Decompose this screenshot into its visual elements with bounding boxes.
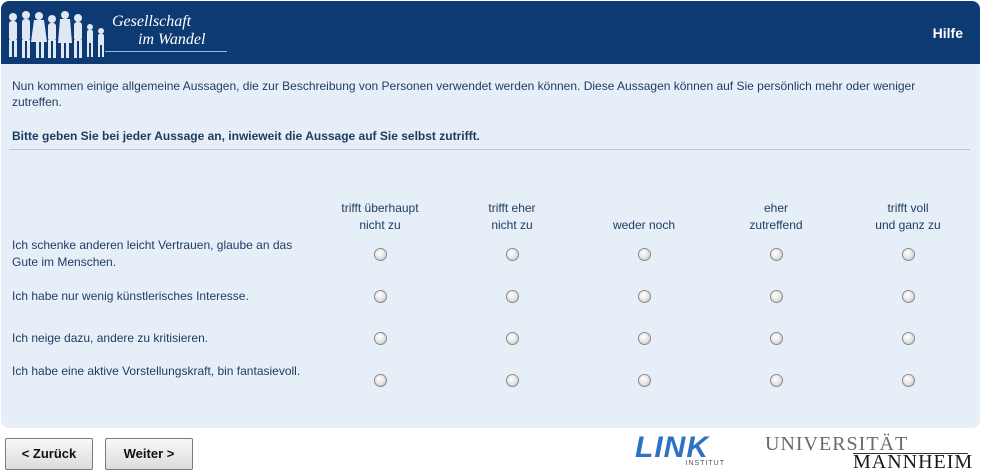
radio-item2-option5[interactable] [902, 290, 915, 303]
link-logo-subtitle: INSTITUT [685, 460, 725, 467]
logo-underline [105, 51, 227, 52]
help-link[interactable]: Hilfe [933, 25, 963, 41]
scale-header-1: trifft überhaupt nicht zu [314, 200, 446, 234]
radio-item1-option5[interactable] [902, 248, 915, 261]
radio-item1-option3[interactable] [638, 248, 651, 261]
radio-item3-option2[interactable] [506, 332, 519, 345]
scale-header-4: eher zutreffend [710, 200, 842, 234]
scale-header-line1: eher [763, 201, 789, 215]
scale-header-line2: nicht zu [359, 218, 401, 232]
scale-header-line2: weder noch [612, 218, 676, 232]
radio-item4-option4[interactable] [770, 374, 783, 387]
people-silhouette-icon [9, 11, 104, 58]
item-label-trust: Ich schenke anderen leicht Vertrauen, gl… [12, 238, 293, 269]
university-mannheim-logo: UNIVERSITÄT MANNHEIM [765, 434, 974, 474]
scale-header-line1: trifft überhaupt [341, 201, 419, 215]
item-label-critical: Ich neige dazu, andere zu kritisieren. [12, 331, 209, 345]
radio-item3-option4[interactable] [770, 332, 783, 345]
item-label-imagination: Ich habe eine aktive Vorstellungskraft, … [12, 364, 301, 378]
scale-header-line2: nicht zu [491, 218, 533, 232]
radio-item4-option1[interactable] [374, 374, 387, 387]
gesellschaft-im-wandel-logo: Gesellschaft im Wandel [1, 1, 241, 64]
logo-line-2: im Wandel [138, 31, 206, 48]
radio-item3-option3[interactable] [638, 332, 651, 345]
survey-panel: Gesellschaft im Wandel Hilfe Nun kommen … [1, 1, 980, 428]
radio-item1-option2[interactable] [506, 248, 519, 261]
scale-header-line2: zutreffend [749, 218, 803, 232]
scale-header-5: trifft voll und ganz zu [842, 200, 974, 234]
back-button[interactable]: < Zurück [5, 438, 93, 470]
scale-header-2: trifft eher nicht zu [446, 200, 578, 234]
logo-line-1: Gesellschaft [112, 13, 192, 30]
radio-item2-option4[interactable] [770, 290, 783, 303]
radio-item2-option2[interactable] [506, 290, 519, 303]
divider [9, 149, 970, 150]
scale-header-3: weder noch [578, 200, 710, 234]
radio-item1-option4[interactable] [770, 248, 783, 261]
radio-item2-option1[interactable] [374, 290, 387, 303]
question-instruction: Bitte geben Sie bei jeder Aussage an, in… [12, 129, 480, 143]
next-button[interactable]: Weiter > [105, 438, 193, 470]
item-label-artistic: Ich habe nur wenig künstlerisches Intere… [12, 289, 249, 303]
radio-item2-option3[interactable] [638, 290, 651, 303]
radio-item3-option1[interactable] [374, 332, 387, 345]
logo-text: Gesellschaft im Wandel [112, 13, 205, 49]
header-bar: Gesellschaft im Wandel Hilfe [1, 1, 980, 64]
uni-logo-line2: MANNHEIM [853, 451, 974, 473]
radio-item4-option3[interactable] [638, 374, 651, 387]
link-institut-logo: LINK INSTITUT [635, 433, 727, 469]
radio-item3-option5[interactable] [902, 332, 915, 345]
scale-header-line1: trifft voll [887, 201, 929, 215]
scale-header-line1: trifft eher [488, 201, 536, 215]
radio-item4-option2[interactable] [506, 374, 519, 387]
intro-text: Nun kommen einige allgemeine Aussagen, d… [12, 79, 916, 109]
scale-header-line2: und ganz zu [875, 218, 941, 232]
radio-item4-option5[interactable] [902, 374, 915, 387]
radio-item1-option1[interactable] [374, 248, 387, 261]
scale-header-line1 [578, 200, 710, 217]
link-logo-word: LINK [635, 431, 709, 464]
